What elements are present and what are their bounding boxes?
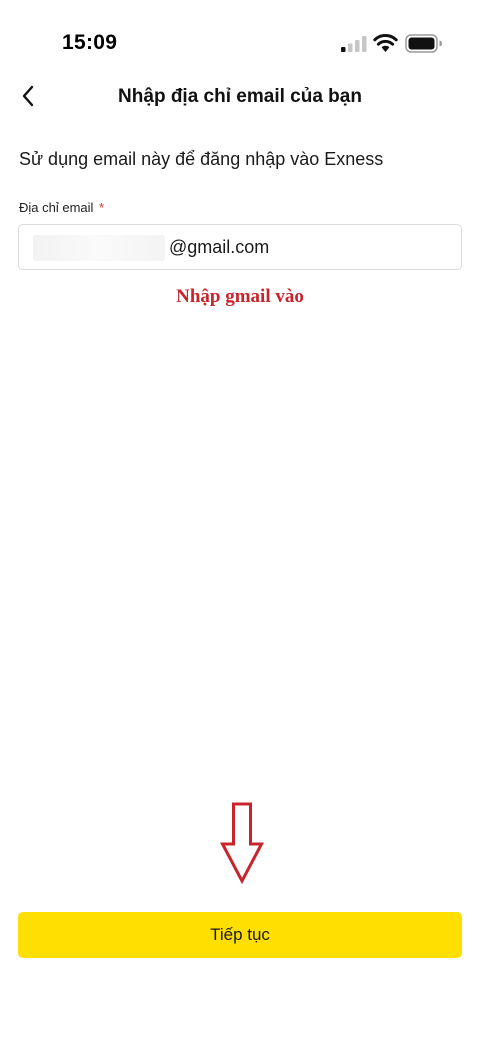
intro-text: Sử dụng email này để đăng nhập vào Exnes…	[19, 149, 384, 169]
required-mark: *	[99, 200, 105, 215]
cellular-signal-icon	[341, 36, 367, 52]
email-value: @gmail.com	[169, 237, 270, 257]
header: Nhập địa chỉ email của bạn	[0, 72, 480, 122]
email-field[interactable]: @gmail.com	[18, 224, 462, 270]
battery-icon	[405, 34, 442, 53]
annotation-text: Nhập gmail vào	[176, 286, 304, 307]
email-redacted-part	[33, 235, 165, 261]
email-label: Địa chỉ email *	[19, 200, 104, 215]
wifi-icon	[373, 33, 398, 52]
status-time: 15:09	[62, 31, 118, 54]
down-arrow-outline-icon	[220, 802, 264, 884]
page-title: Nhập địa chỉ email của bạn	[118, 86, 362, 107]
email-label-text: Địa chỉ email	[19, 200, 94, 215]
continue-button[interactable]: Tiếp tục	[18, 912, 462, 958]
screen: 15:09 Nhập địa chỉ email của bạn Sử dụng…	[0, 0, 480, 1043]
